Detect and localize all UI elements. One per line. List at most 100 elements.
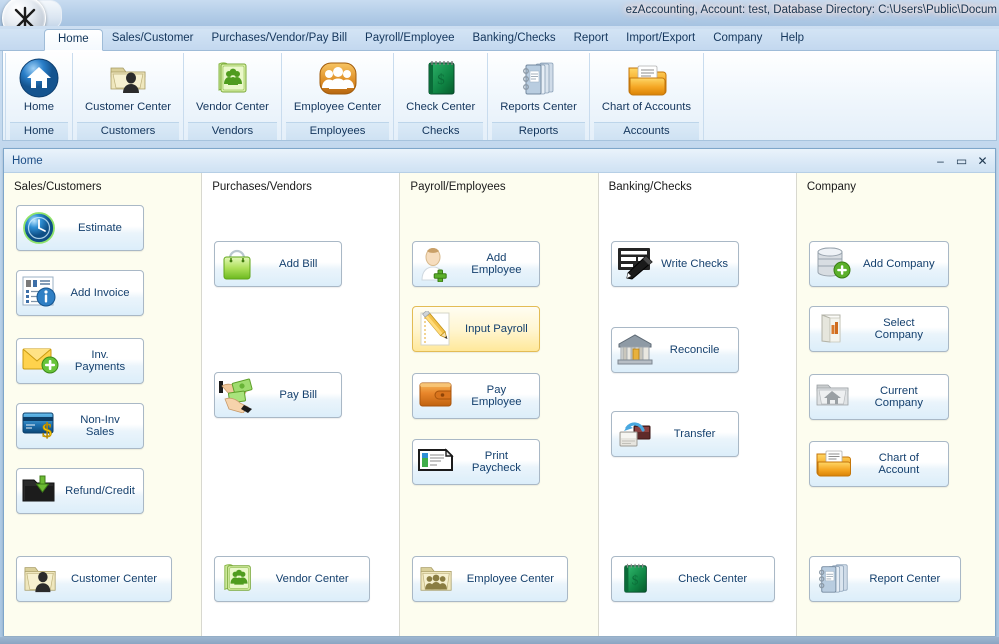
card-pay-bill[interactable]: Pay Bill bbox=[214, 372, 343, 418]
card-add-employee[interactable]: Add Employee bbox=[412, 241, 541, 287]
card-label-customer-center: Customer Center bbox=[70, 573, 157, 585]
card-label-refund-credit: Refund/Credit bbox=[65, 485, 135, 497]
chart-accounts-folder-icon bbox=[625, 57, 667, 99]
input-payroll-icon bbox=[417, 311, 461, 347]
ribbon-group-accounts: Chart of Accounts Accounts bbox=[590, 53, 705, 140]
ribbon-group-home: Home Home bbox=[5, 53, 73, 140]
ribbon-label-chart-of-accounts: Chart of Accounts bbox=[601, 101, 692, 113]
ribbon-footer-employees: Employees bbox=[285, 122, 390, 140]
write-checks-icon bbox=[616, 246, 660, 282]
menu-item-report[interactable]: Report bbox=[565, 28, 618, 50]
card-label-check-center: Check Center bbox=[678, 573, 748, 585]
card-label-non-inv-sales: Non-Inv Sales bbox=[80, 414, 120, 438]
card-refund-credit[interactable]: Refund/Credit bbox=[16, 468, 144, 514]
select-company-icon bbox=[814, 311, 858, 347]
card-label-pay-bill: Pay Bill bbox=[279, 389, 318, 401]
column-body-company: Add Company Select Company Current Compa… bbox=[797, 199, 995, 636]
card-label-add-company: Add Company bbox=[863, 258, 935, 270]
ribbon-footer-reports: Reports bbox=[492, 122, 585, 140]
card-non-inv-sales[interactable]: $ Non-Inv Sales bbox=[16, 403, 144, 449]
pay-bill-icon bbox=[219, 377, 263, 413]
ribbon-button-home[interactable]: Home bbox=[10, 53, 68, 122]
menu-item-import-export[interactable]: Import/Export bbox=[617, 28, 704, 50]
menu-item-banking-checks[interactable]: Banking/Checks bbox=[464, 28, 565, 50]
card-inv-payments[interactable]: Inv. Payments bbox=[16, 338, 144, 384]
employee-group-icon bbox=[317, 57, 359, 99]
column-header-company: Company bbox=[806, 181, 857, 193]
card-select-company[interactable]: Select Company bbox=[808, 306, 949, 352]
vendor-book-icon bbox=[219, 561, 263, 597]
card-label-report-center: Report Center bbox=[869, 573, 941, 585]
card-chart-of-account[interactable]: Chart of Account bbox=[808, 441, 949, 487]
customer-folder-icon bbox=[107, 57, 149, 99]
card-label-select-company: Select Company bbox=[874, 317, 923, 341]
transfer-icon bbox=[616, 416, 660, 452]
title-bar: ezAccounting, Account: test, Database Di… bbox=[0, 0, 999, 26]
card-check-center[interactable]: $ Check Center bbox=[610, 556, 775, 602]
card-label-add-employee: Add Employee bbox=[471, 252, 522, 276]
column-company: Company Add Company Select Company Curre… bbox=[796, 173, 996, 636]
card-label-reconcile: Reconcile bbox=[669, 344, 720, 356]
ribbon-footer-accounts: Accounts bbox=[593, 122, 700, 140]
card-write-checks[interactable]: Write Checks bbox=[610, 241, 739, 287]
column-body-payroll-employees: Add Employee Input Payroll Pay Employee … bbox=[400, 199, 597, 636]
vendor-book-icon bbox=[211, 57, 253, 99]
card-label-pay-employee: Pay Employee bbox=[471, 384, 522, 408]
card-report-center[interactable]: Report Center bbox=[808, 556, 961, 602]
card-label-vendor-center: Vendor Center bbox=[275, 573, 349, 585]
card-add-bill[interactable]: Add Bill bbox=[214, 241, 343, 287]
ribbon-button-vendor-center[interactable]: Vendor Center bbox=[188, 53, 277, 122]
menu-item-help[interactable]: Help bbox=[771, 28, 813, 50]
card-label-print-paycheck: Print Paycheck bbox=[471, 450, 521, 474]
card-reconcile[interactable]: Reconcile bbox=[610, 327, 739, 373]
estimate-clock-icon bbox=[21, 210, 65, 246]
column-body-purchases-vendors: Add Bill Pay Bill Vendor Center bbox=[202, 199, 399, 636]
menu-item-purchases-vendor[interactable]: Purchases/Vendor/Pay Bill bbox=[203, 28, 357, 50]
app-orb-icon[interactable] bbox=[2, 0, 46, 26]
ribbon-group-checks: $ Check Center Checks bbox=[394, 53, 489, 140]
menu-item-payroll-employee[interactable]: Payroll/Employee bbox=[356, 28, 463, 50]
card-add-invoice[interactable]: Add Invoice bbox=[16, 270, 144, 316]
card-current-company[interactable]: Current Company bbox=[808, 374, 949, 420]
card-employee-center[interactable]: Employee Center bbox=[412, 556, 569, 602]
maximize-icon[interactable]: ▭ bbox=[953, 153, 970, 168]
ribbon-label-home: Home bbox=[23, 101, 55, 113]
ribbon-button-check-center[interactable]: $ Check Center bbox=[398, 53, 483, 122]
card-transfer[interactable]: Transfer bbox=[610, 411, 739, 457]
minimize-icon[interactable]: – bbox=[932, 153, 949, 168]
card-customer-center[interactable]: Customer Center bbox=[16, 556, 172, 602]
card-vendor-center[interactable]: Vendor Center bbox=[214, 556, 371, 602]
add-employee-icon bbox=[417, 246, 461, 282]
card-label-employee-center: Employee Center bbox=[466, 573, 555, 585]
menu-item-company[interactable]: Company bbox=[704, 28, 771, 50]
column-header-banking-checks: Banking/Checks bbox=[608, 181, 692, 193]
ribbon-group-employees: Employee Center Employees bbox=[282, 53, 395, 140]
home-document-window: Home – ▭ ✕ Sales/Customers Estimate Add … bbox=[3, 148, 996, 636]
ribbon-button-chart-of-accounts[interactable]: Chart of Accounts bbox=[594, 53, 699, 122]
window-bottom-edge bbox=[0, 637, 999, 644]
ribbon-footer-customers: Customers bbox=[77, 122, 180, 140]
card-print-paycheck[interactable]: Print Paycheck bbox=[412, 439, 541, 485]
ribbon-label-reports-center: Reports Center bbox=[500, 101, 577, 113]
ribbon-button-reports-center[interactable]: Reports Center bbox=[492, 53, 585, 122]
card-input-payroll[interactable]: Input Payroll bbox=[412, 306, 541, 352]
menu-item-sales-customer[interactable]: Sales/Customer bbox=[103, 28, 203, 50]
add-bill-icon bbox=[219, 246, 263, 282]
non-inv-sales-icon: $ bbox=[21, 408, 65, 444]
ribbon-footer-checks: Checks bbox=[398, 122, 484, 140]
ribbon-label-employee-center: Employee Center bbox=[293, 101, 382, 113]
reports-stack-icon bbox=[518, 57, 560, 99]
print-paycheck-icon bbox=[417, 444, 461, 480]
card-pay-employee[interactable]: Pay Employee bbox=[412, 373, 541, 419]
close-icon[interactable]: ✕ bbox=[974, 153, 991, 168]
ribbon-button-employee-center[interactable]: Employee Center bbox=[286, 53, 389, 122]
card-add-company[interactable]: Add Company bbox=[808, 241, 949, 287]
card-label-input-payroll: Input Payroll bbox=[465, 323, 528, 335]
menu-item-home[interactable]: Home bbox=[44, 29, 103, 51]
home-icon bbox=[18, 57, 60, 99]
card-estimate[interactable]: Estimate bbox=[16, 205, 144, 251]
application-window: ezAccounting, Account: test, Database Di… bbox=[0, 0, 999, 644]
ribbon-button-customer-center[interactable]: Customer Center bbox=[77, 53, 179, 122]
column-body-banking-checks: Write Checks Reconcile Transfer $ Check … bbox=[599, 199, 796, 636]
pay-employee-icon bbox=[417, 378, 461, 414]
